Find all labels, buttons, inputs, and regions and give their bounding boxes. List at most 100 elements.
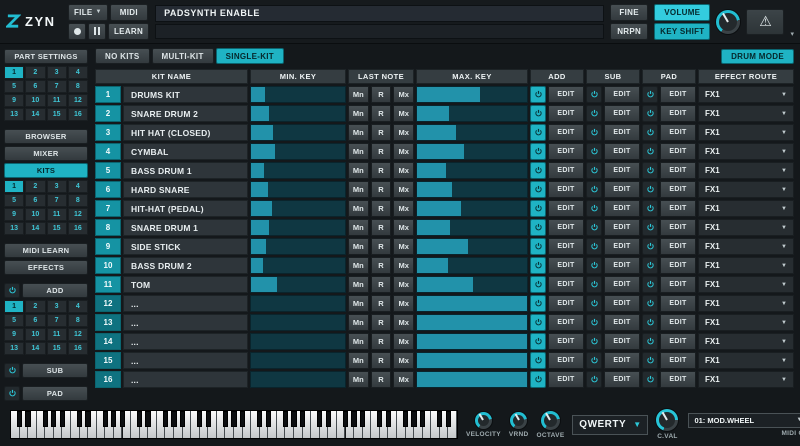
kit-select-cell-14[interactable]: 14	[25, 222, 45, 235]
kit-name-field[interactable]: HARD SNARE	[123, 181, 248, 198]
tab-single-kit[interactable]: SINGLE-KIT	[216, 48, 284, 64]
last-note-reset-button[interactable]: R	[371, 181, 392, 198]
pad-enable-button[interactable]	[642, 333, 658, 350]
pad-button[interactable]: PAD	[22, 386, 88, 401]
kit-name-field[interactable]: BASS DRUM 2	[123, 257, 248, 274]
add-voice-cell-12[interactable]: 12	[68, 328, 88, 341]
kit-select-cell-7[interactable]: 7	[47, 194, 67, 207]
piano-black-key[interactable]	[137, 411, 142, 427]
part-select-cell-13[interactable]: 13	[4, 108, 24, 121]
pad-enable-button[interactable]	[642, 219, 658, 236]
sub-enable-button[interactable]	[586, 219, 602, 236]
piano-black-key[interactable]	[77, 411, 82, 427]
add-enable-button[interactable]	[530, 371, 546, 388]
tab-multi-kit[interactable]: MULTI-KIT	[152, 48, 214, 64]
max-key-slider[interactable]	[416, 105, 528, 122]
pad-enable-button[interactable]	[642, 238, 658, 255]
last-note-max-button[interactable]: Mx	[393, 181, 414, 198]
last-note-min-button[interactable]: Mn	[348, 219, 369, 236]
last-note-max-button[interactable]: Mx	[393, 124, 414, 141]
last-note-reset-button[interactable]: R	[371, 295, 392, 312]
pad-enable-button[interactable]	[642, 371, 658, 388]
add-enable-button[interactable]	[530, 181, 546, 198]
kit-name-field[interactable]: ...	[123, 352, 248, 369]
last-note-reset-button[interactable]: R	[371, 352, 392, 369]
last-note-reset-button[interactable]: R	[371, 162, 392, 179]
effect-route-select[interactable]: FX1 ▼	[698, 295, 794, 312]
add-edit-button[interactable]: EDIT	[548, 314, 584, 331]
pad-enable-button[interactable]	[642, 162, 658, 179]
sub-edit-button[interactable]: EDIT	[604, 371, 640, 388]
kit-select-cell-5[interactable]: 5	[4, 194, 24, 207]
piano-black-key[interactable]	[291, 411, 296, 427]
midi-cc-select[interactable]: 01: MOD.WHEEL ▼	[688, 413, 800, 428]
kit-name-field[interactable]: SNARE DRUM 1	[123, 219, 248, 236]
last-note-min-button[interactable]: Mn	[348, 86, 369, 103]
last-note-min-button[interactable]: Mn	[348, 181, 369, 198]
piano-black-key[interactable]	[300, 411, 305, 427]
effect-route-select[interactable]: FX1 ▼	[698, 162, 794, 179]
last-note-reset-button[interactable]: R	[371, 371, 392, 388]
min-key-slider[interactable]	[250, 162, 346, 179]
kit-select-cell-3[interactable]: 3	[47, 180, 67, 193]
last-note-max-button[interactable]: Mx	[393, 295, 414, 312]
last-note-reset-button[interactable]: R	[371, 200, 392, 217]
add-enable-button[interactable]	[530, 143, 546, 160]
piano-black-key[interactable]	[317, 411, 322, 427]
max-key-slider[interactable]	[416, 238, 528, 255]
part-select-cell-12[interactable]: 12	[68, 94, 88, 107]
piano-black-key[interactable]	[377, 411, 382, 427]
kit-name-field[interactable]: ...	[123, 314, 248, 331]
piano-black-key[interactable]	[163, 411, 168, 427]
add-edit-button[interactable]: EDIT	[548, 257, 584, 274]
piano-black-key[interactable]	[17, 411, 22, 427]
effect-route-select[interactable]: FX1 ▼	[698, 181, 794, 198]
piano-black-key[interactable]	[240, 411, 245, 427]
kit-select-cell-6[interactable]: 6	[25, 194, 45, 207]
last-note-max-button[interactable]: Mx	[393, 86, 414, 103]
midi-learn-button[interactable]: MIDI LEARN	[4, 243, 88, 258]
kit-select-cell-15[interactable]: 15	[47, 222, 67, 235]
add-button[interactable]: ADD	[22, 283, 88, 298]
piano-black-key[interactable]	[206, 411, 211, 427]
last-note-reset-button[interactable]: R	[371, 257, 392, 274]
max-key-slider[interactable]	[416, 124, 528, 141]
piano-black-key[interactable]	[326, 411, 331, 427]
add-edit-button[interactable]: EDIT	[548, 143, 584, 160]
piano-black-key[interactable]	[351, 411, 356, 427]
add-voice-cell-16[interactable]: 16	[68, 342, 88, 355]
max-key-slider[interactable]	[416, 333, 528, 350]
min-key-slider[interactable]	[250, 86, 346, 103]
caret-down-icon[interactable]: ▾	[790, 30, 794, 38]
piano-black-key[interactable]	[103, 411, 108, 427]
max-key-slider[interactable]	[416, 219, 528, 236]
effect-route-select[interactable]: FX1 ▼	[698, 352, 794, 369]
add-voice-cell-2[interactable]: 2	[25, 300, 45, 313]
add-edit-button[interactable]: EDIT	[548, 352, 584, 369]
kit-number-badge[interactable]: 5	[95, 162, 121, 179]
last-note-min-button[interactable]: Mn	[348, 143, 369, 160]
sub-edit-button[interactable]: EDIT	[604, 238, 640, 255]
kit-select-cell-2[interactable]: 2	[25, 180, 45, 193]
effect-route-select[interactable]: FX1 ▼	[698, 276, 794, 293]
pad-edit-button[interactable]: EDIT	[660, 371, 696, 388]
add-voice-cell-14[interactable]: 14	[25, 342, 45, 355]
pad-edit-button[interactable]: EDIT	[660, 181, 696, 198]
kit-number-badge[interactable]: 12	[95, 295, 121, 312]
part-select-cell-16[interactable]: 16	[68, 108, 88, 121]
kit-number-badge[interactable]: 2	[95, 105, 121, 122]
pause-button[interactable]	[88, 23, 106, 40]
part-select-cell-7[interactable]: 7	[47, 80, 67, 93]
max-key-slider[interactable]	[416, 200, 528, 217]
keyboard-layout-select[interactable]: QWERTY ▼	[572, 415, 648, 435]
pad-enable-button[interactable]	[642, 124, 658, 141]
last-note-min-button[interactable]: Mn	[348, 238, 369, 255]
last-note-max-button[interactable]: Mx	[393, 352, 414, 369]
last-note-reset-button[interactable]: R	[371, 86, 392, 103]
last-note-min-button[interactable]: Mn	[348, 333, 369, 350]
sub-edit-button[interactable]: EDIT	[604, 124, 640, 141]
max-key-slider[interactable]	[416, 162, 528, 179]
kit-number-badge[interactable]: 14	[95, 333, 121, 350]
sub-edit-button[interactable]: EDIT	[604, 257, 640, 274]
virtual-keyboard[interactable]	[10, 410, 458, 439]
